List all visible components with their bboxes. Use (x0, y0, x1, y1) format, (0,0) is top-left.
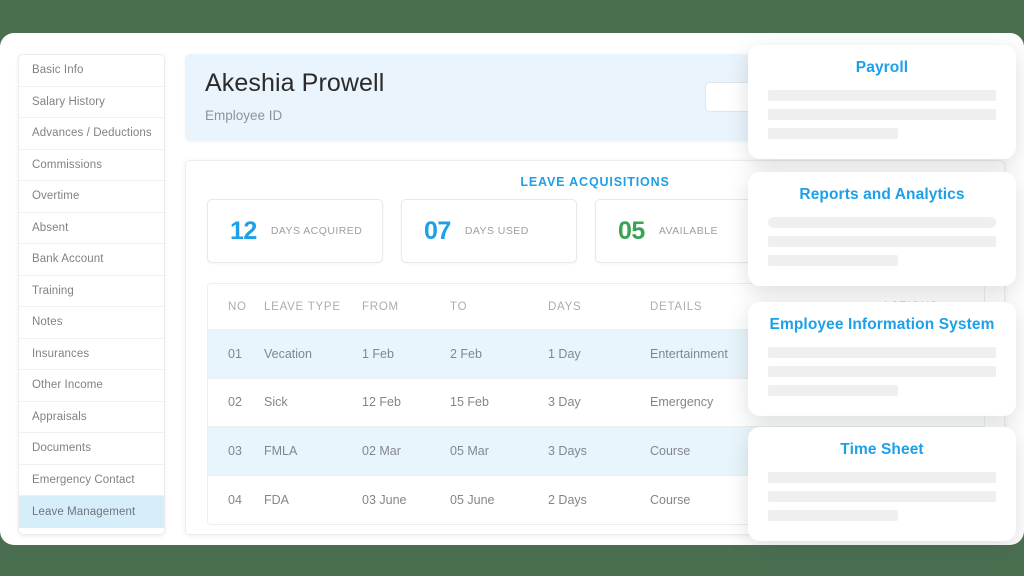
skeleton-line (768, 472, 996, 483)
sidebar-item-leave-management[interactable]: Leave Management (19, 496, 164, 528)
cell-to: 05 Mar (450, 443, 489, 458)
cell-days: 3 Day (548, 395, 581, 410)
stat-value: 12 (230, 216, 257, 245)
sidebar-item-overtime[interactable]: Overtime (19, 181, 164, 213)
cell-to: 15 Feb (450, 395, 489, 410)
sidebar-nav: Basic Info Salary History Advances / Ded… (18, 54, 165, 535)
stat-label: AVAILABLE (658, 224, 718, 237)
overlay-card-time-sheet[interactable]: Time Sheet (748, 427, 1016, 541)
cell-to: 05 June (450, 492, 495, 507)
cell-no: 02 (228, 395, 242, 410)
overlay-card-payroll[interactable]: Payroll (748, 45, 1016, 159)
overlay-card-employee-information-system[interactable]: Employee Information System (748, 302, 1016, 416)
sidebar-item-label: Notes (32, 316, 63, 329)
stat-value: 07 (424, 216, 451, 245)
page-title: Akeshia Prowell (205, 69, 385, 97)
sidebar-item-bank-account[interactable]: Bank Account (19, 244, 164, 276)
cell-days: 2 Days (548, 492, 587, 507)
employee-id-label: Employee ID (205, 108, 283, 123)
skeleton-line (768, 347, 996, 358)
cell-type: FDA (264, 492, 289, 507)
sidebar-item-label: Training (32, 284, 74, 297)
sidebar-item-label: Documents (32, 442, 92, 455)
sidebar-item-documents[interactable]: Documents (19, 433, 164, 465)
sidebar-item-other-income[interactable]: Other Income (19, 370, 164, 402)
sidebar-item-notes[interactable]: Notes (19, 307, 164, 339)
stat-label: DAYS USED (464, 224, 529, 237)
cell-days: 3 Days (548, 443, 587, 458)
stat-value: 05 (618, 216, 645, 245)
column-header-to: TO (450, 300, 468, 313)
stat-available: 05 AVAILABLE (595, 199, 771, 263)
cell-type: FMLA (264, 443, 298, 458)
screenshot-root: Basic Info Salary History Advances / Ded… (0, 0, 1024, 576)
skeleton-line (768, 217, 996, 228)
overlay-card-title: Reports and Analytics (799, 186, 965, 203)
cell-from: 12 Feb (362, 395, 401, 410)
cell-from: 02 Mar (362, 443, 401, 458)
stat-days-acquired: 12 DAYS ACQUIRED (207, 199, 383, 263)
cell-from: 03 June (362, 492, 407, 507)
sidebar-item-advances-deductions[interactable]: Advances / Deductions (19, 118, 164, 150)
sidebar-item-label: Emergency Contact (32, 473, 135, 486)
cell-type: Sick (264, 395, 288, 410)
skeleton-line (768, 90, 996, 101)
sidebar-item-label: Absent (32, 221, 69, 234)
cell-no: 03 (228, 443, 242, 458)
sidebar-item-insurances[interactable]: Insurances (19, 339, 164, 370)
sidebar-item-label: Insurances (32, 347, 90, 360)
cell-days: 1 Day (548, 346, 581, 361)
sidebar-item-label: Appraisals (32, 410, 87, 423)
overlay-card-title: Time Sheet (840, 441, 924, 458)
sidebar-item-label: Bank Account (32, 253, 104, 266)
skeleton-line (768, 491, 996, 502)
leave-stats: 12 DAYS ACQUIRED 07 DAYS USED 05 AVAILAB… (207, 199, 771, 263)
sidebar-item-salary-history[interactable]: Salary History (19, 87, 164, 118)
sidebar-item-label: Salary History (32, 95, 105, 108)
sidebar-item-appraisals[interactable]: Appraisals (19, 402, 164, 433)
skeleton-line (768, 255, 898, 266)
sidebar-item-label: Leave Management (32, 505, 136, 518)
skeleton-line (768, 385, 898, 396)
sidebar-item-emergency-contact[interactable]: Emergency Contact (19, 465, 164, 496)
skeleton-line (768, 236, 996, 247)
cell-to: 2 Feb (450, 346, 482, 361)
cell-no: 04 (228, 492, 242, 507)
sidebar-item-label: Other Income (32, 379, 103, 392)
sidebar-item-training[interactable]: Training (19, 276, 164, 307)
column-header-no: NO (228, 300, 247, 313)
cell-type: Vecation (264, 346, 312, 361)
sidebar-item-label: Overtime (32, 190, 80, 203)
column-header-from: FROM (362, 300, 399, 313)
skeleton-line (768, 109, 996, 120)
sidebar-item-absent[interactable]: Absent (19, 213, 164, 244)
overlay-card-title: Employee Information System (769, 316, 995, 333)
stat-label: DAYS ACQUIRED (270, 224, 363, 237)
column-header-days: DAYS (548, 300, 582, 313)
sidebar-item-label: Basic Info (32, 64, 84, 77)
skeleton-line (768, 366, 996, 377)
stat-days-used: 07 DAYS USED (401, 199, 577, 263)
cell-from: 1 Feb (362, 346, 394, 361)
column-header-leave-type: LEAVE TYPE (264, 300, 341, 313)
sidebar-item-basic-info[interactable]: Basic Info (19, 55, 164, 87)
sidebar-item-commissions[interactable]: Commissions (19, 150, 164, 181)
cell-no: 01 (228, 346, 242, 361)
skeleton-line (768, 510, 898, 521)
sidebar-item-label: Advances / Deductions (32, 127, 152, 140)
skeleton-line (768, 128, 898, 139)
overlay-card-reports-and-analytics[interactable]: Reports and Analytics (748, 172, 1016, 286)
overlay-card-title: Payroll (855, 59, 909, 76)
sidebar-item-label: Commissions (32, 158, 103, 171)
